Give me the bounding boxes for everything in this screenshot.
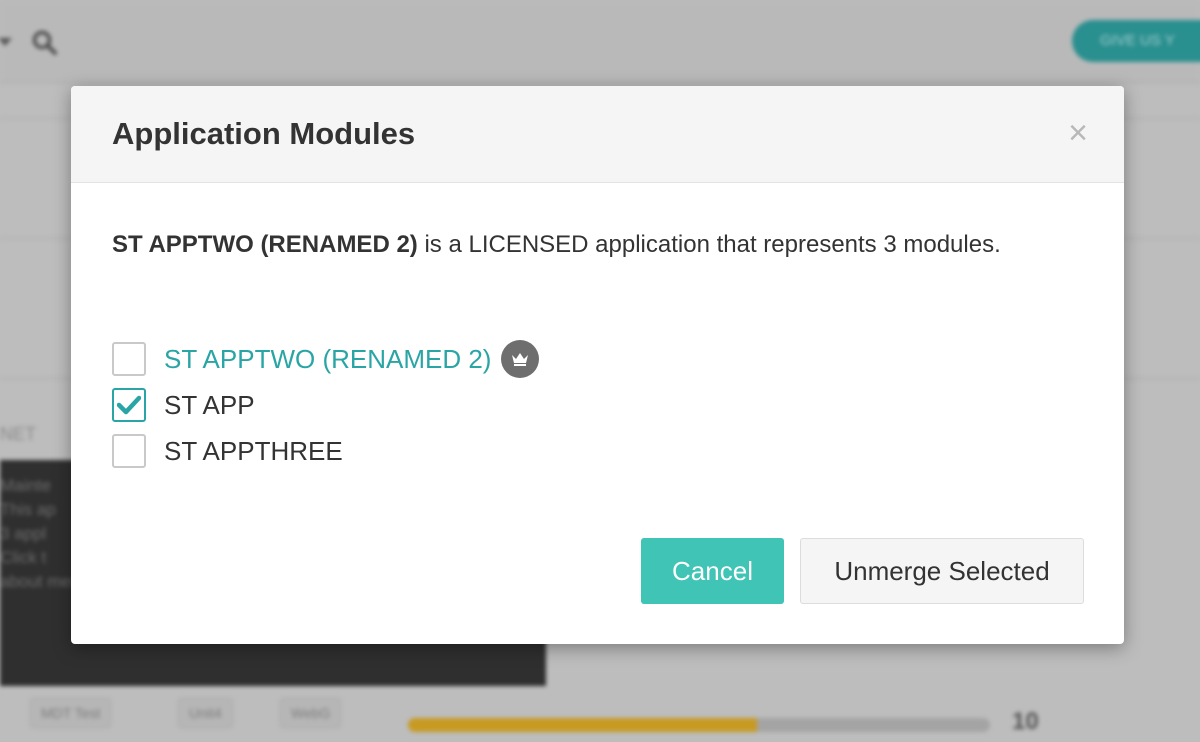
application-name: ST APPTWO (RENAMED 2) — [112, 231, 418, 258]
module-option-st-apptwo: ST APPTWO (RENAMED 2) — [112, 336, 540, 382]
checkmark-icon — [117, 395, 141, 415]
crown-icon — [501, 340, 540, 378]
give-feedback-button[interactable]: GIVE US Y — [1072, 20, 1200, 62]
application-modules-dialog: Application Modules × ST APPTWO (RENAMED… — [71, 86, 1124, 644]
progress-bar — [408, 718, 990, 732]
tag-chip[interactable]: Unit4 — [178, 698, 233, 728]
background-topbar — [0, 0, 1200, 83]
count-value: 10 — [1012, 708, 1039, 735]
module-list: ST APPTWO (RENAMED 2) ST APP ST APPTHREE — [112, 336, 540, 474]
tag-chip[interactable]: WebG — [280, 698, 342, 728]
progress-bar-fill — [408, 718, 758, 732]
description-text: is a LICENSED application that represent… — [417, 231, 1001, 258]
close-button[interactable]: × — [1068, 116, 1088, 150]
module-label: ST APPTHREE — [164, 435, 343, 466]
search-icon — [32, 30, 57, 55]
unmerge-selected-button[interactable]: Unmerge Selected — [800, 538, 1084, 604]
background-column-label: NET — [0, 424, 36, 444]
module-checkbox[interactable] — [112, 342, 146, 376]
tag-chip[interactable]: MDT Test — [30, 698, 112, 728]
module-option-st-app: ST APP — [112, 382, 539, 428]
module-checkbox[interactable] — [112, 434, 146, 468]
chevron-down-icon — [0, 38, 12, 46]
module-checkbox[interactable] — [112, 388, 146, 422]
dialog-description: ST APPTWO (RENAMED 2) is a LICENSED appl… — [112, 226, 1052, 264]
dialog-header: Application Modules × — [71, 86, 1124, 183]
cancel-button[interactable]: Cancel — [641, 538, 784, 604]
module-label: ST APPTWO (RENAMED 2) — [164, 343, 492, 374]
dialog-title: Application Modules — [112, 116, 416, 151]
module-label: ST APP — [164, 389, 255, 420]
module-option-st-appthree: ST APPTHREE — [112, 428, 539, 474]
